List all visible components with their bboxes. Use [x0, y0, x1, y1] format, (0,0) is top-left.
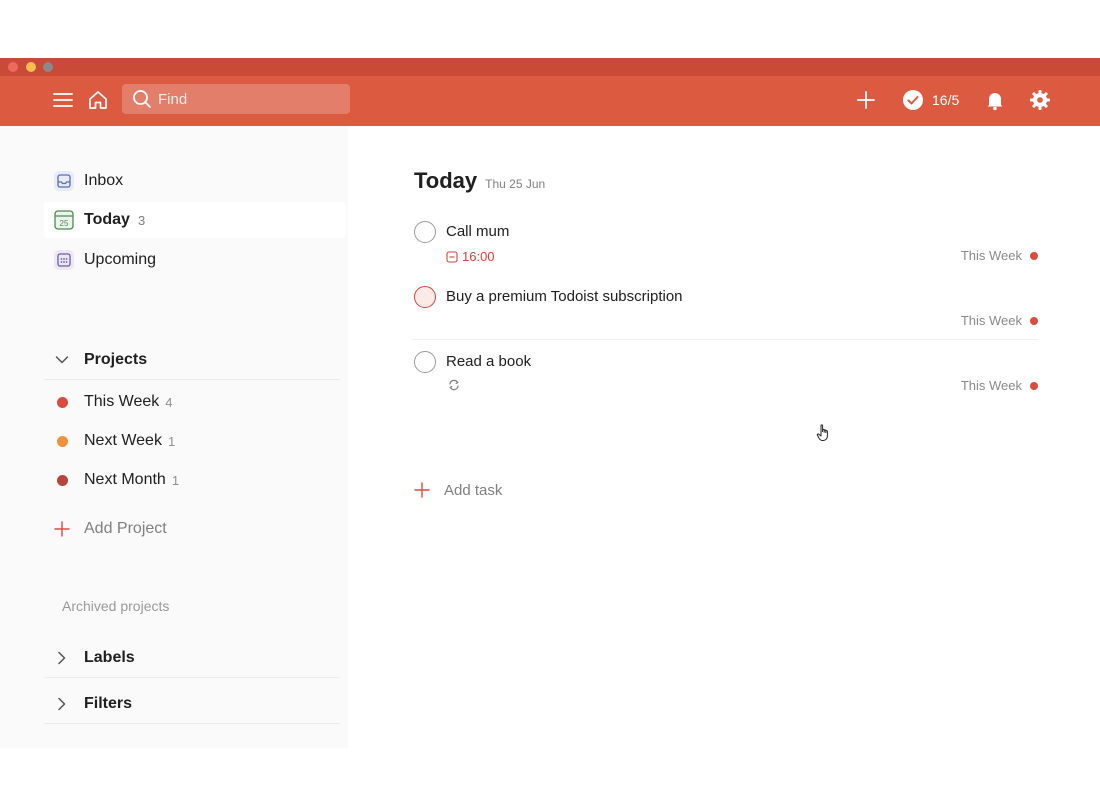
calendar-upcoming-icon: [52, 248, 76, 272]
labels-header: Labels: [84, 648, 135, 666]
chevron-right-icon: [50, 651, 74, 665]
task-checkbox[interactable]: [414, 221, 436, 243]
main-content: Today Thu 25 Jun Call mum 16:00 This Wee…: [348, 126, 1100, 748]
projects-header: Projects: [84, 350, 148, 368]
project-color-dot: [1030, 381, 1038, 390]
task-due-time: 16:00: [462, 249, 495, 264]
close-window-button[interactable]: [8, 62, 18, 72]
bell-icon[interactable]: [983, 88, 1007, 112]
gear-icon[interactable]: [1028, 88, 1052, 112]
sidebar-item-upcoming[interactable]: Upcoming: [44, 242, 346, 278]
task-row[interactable]: Read a book This Week: [412, 351, 1038, 411]
task-checkbox[interactable]: [414, 351, 436, 373]
top-bar: 16/5: [0, 76, 1100, 126]
add-project-label: Add Project: [84, 520, 167, 537]
add-task-button[interactable]: Add task: [412, 478, 502, 502]
add-task-label: Add task: [444, 481, 503, 499]
sidebar-project-next-week[interactable]: Next Week 1: [44, 423, 340, 459]
repeat-icon: [448, 379, 460, 391]
page-date: Thu 25 Jun: [485, 177, 546, 191]
chevron-down-icon: [50, 355, 74, 365]
search-box[interactable]: [122, 84, 350, 114]
sidebar-item-label: Inbox: [84, 172, 124, 189]
plus-icon: [414, 482, 430, 498]
home-icon[interactable]: [86, 88, 110, 112]
sidebar-project-next-month[interactable]: Next Month 1: [44, 462, 340, 498]
calendar-today-icon: 25: [52, 208, 76, 232]
task-checkbox[interactable]: [414, 286, 436, 308]
task-project-label: This Week: [960, 313, 1022, 328]
task-project-tag[interactable]: This Week: [961, 248, 1038, 263]
sidebar-project-this-week[interactable]: This Week 4: [44, 384, 340, 420]
maximize-window-button[interactable]: [43, 62, 53, 72]
search-icon: [132, 89, 152, 109]
title-bar: [0, 58, 1100, 76]
chevron-right-icon: [50, 697, 74, 711]
task-project-tag[interactable]: This Week: [961, 313, 1038, 328]
project-count: 4: [165, 394, 173, 410]
sidebar: Inbox 25 Today 3 Upcoming Projects This …: [0, 126, 348, 748]
task-row[interactable]: Buy a premium Todoist subscription This …: [412, 286, 1038, 340]
plus-icon: [54, 521, 70, 537]
task-title[interactable]: Call mum: [446, 223, 509, 240]
karma-count[interactable]: 16/5: [932, 92, 959, 108]
page-title: Today: [414, 168, 478, 193]
add-project-button[interactable]: Add Project: [44, 512, 244, 546]
task-recurring: [446, 379, 460, 391]
sidebar-item-today[interactable]: 25 Today 3: [44, 202, 346, 238]
karma-check-icon[interactable]: [901, 88, 925, 112]
project-color-dot: [1030, 316, 1038, 325]
sidebar-item-count: 3: [137, 212, 146, 228]
task-title[interactable]: Read a book: [446, 353, 531, 370]
inbox-icon: [52, 169, 76, 193]
app-window: 16/5: [0, 58, 1100, 748]
sidebar-item-label: Upcoming: [84, 251, 157, 268]
project-label: This Week: [84, 393, 160, 410]
project-color-dot: [57, 396, 68, 408]
sidebar-item-inbox[interactable]: Inbox: [44, 163, 346, 199]
projects-section-toggle[interactable]: Projects: [44, 340, 340, 380]
menu-icon[interactable]: [52, 89, 74, 111]
filters-header: Filters: [84, 694, 133, 712]
task-project-tag[interactable]: This Week: [961, 378, 1038, 393]
archived-projects-link[interactable]: Archived projects: [62, 598, 169, 614]
filters-section-toggle[interactable]: Filters: [44, 684, 340, 724]
plus-icon[interactable]: [855, 89, 877, 111]
project-label: Next Week: [84, 432, 162, 449]
task-project-label: This Week: [960, 248, 1022, 263]
hand-cursor-icon: [816, 424, 832, 447]
page-heading: Today Thu 25 Jun: [414, 168, 545, 194]
task-project-label: This Week: [960, 378, 1022, 393]
task-title[interactable]: Buy a premium Todoist subscription: [446, 288, 683, 305]
project-color-dot: [1030, 251, 1038, 260]
search-input[interactable]: [158, 90, 338, 108]
project-color-dot: [57, 435, 68, 447]
minimize-window-button[interactable]: [26, 62, 36, 72]
calendar-icon: [446, 250, 458, 263]
project-label: Next Month: [84, 471, 166, 488]
task-due[interactable]: 16:00: [446, 249, 495, 264]
labels-section-toggle[interactable]: Labels: [44, 638, 340, 678]
project-count: 1: [171, 472, 180, 488]
project-count: 1: [167, 433, 176, 449]
project-color-dot: [57, 474, 68, 486]
sidebar-item-label: Today: [84, 211, 130, 228]
svg-text:25: 25: [60, 219, 69, 228]
task-row[interactable]: Call mum 16:00 This Week: [412, 221, 1038, 280]
